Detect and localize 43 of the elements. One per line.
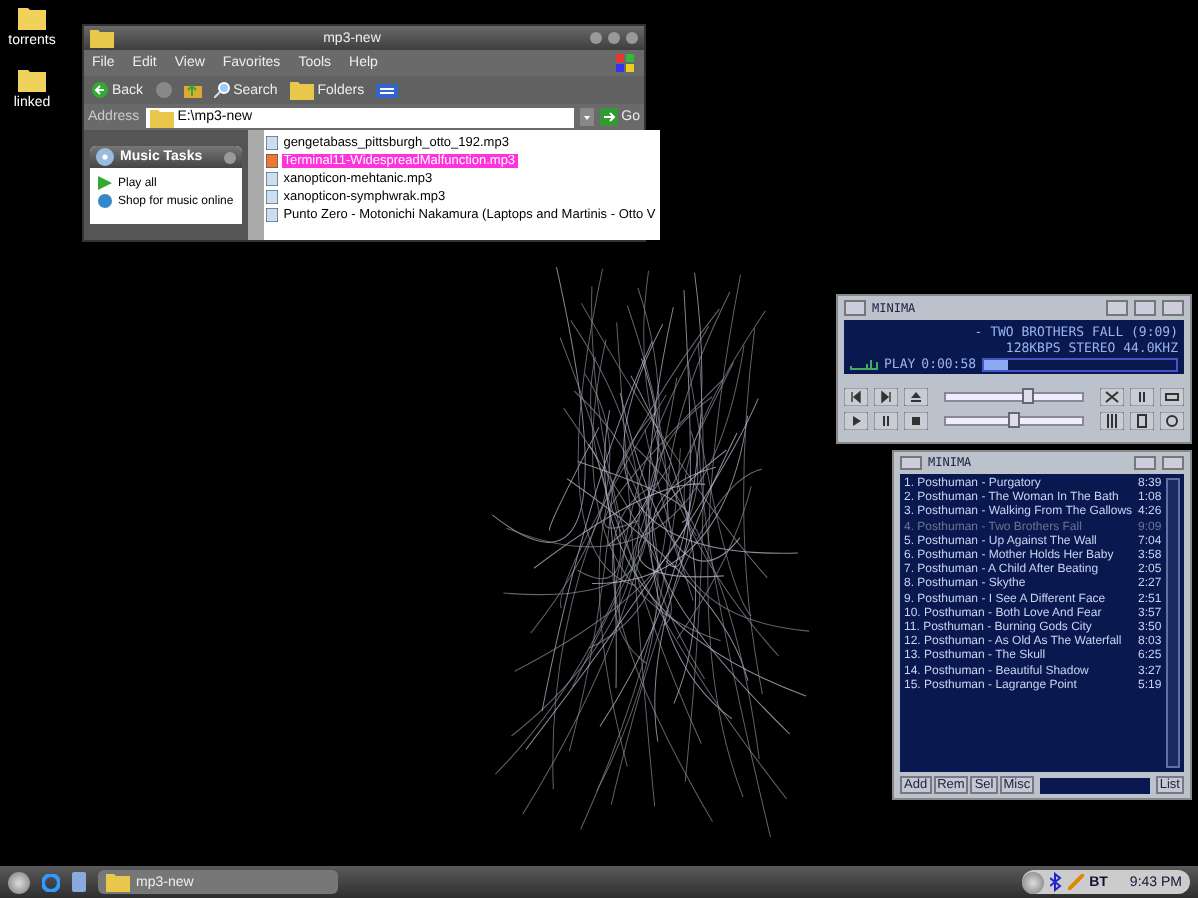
next-icon[interactable] [874,387,898,405]
back-arrow-icon[interactable] [92,82,108,98]
windows-flag-icon [616,54,636,72]
folders-icon [289,80,314,100]
scrollbar[interactable] [1165,478,1180,768]
slider-thumb[interactable] [1008,411,1020,427]
folder-icon[interactable] [18,66,46,92]
bluetooth-icon[interactable] [1049,872,1062,892]
maximize-icon[interactable] [608,32,620,44]
slider-thumb[interactable] [1021,387,1034,403]
close-icon[interactable] [1162,456,1184,470]
balance-slider[interactable] [944,415,1084,425]
minimize-icon[interactable] [1106,300,1128,316]
dropdown-icon[interactable] [579,108,594,126]
collapse-icon[interactable] [223,151,236,163]
menu-icon[interactable] [900,456,922,470]
start-button[interactable] [8,871,30,893]
pause-icon[interactable] [874,411,898,429]
position-bar[interactable] [982,357,1178,371]
globe-icon[interactable] [98,194,112,208]
folder-icon [106,872,130,892]
close-icon[interactable] [1162,300,1184,316]
go-arrow-icon[interactable] [599,108,618,126]
maximize-icon[interactable] [1134,300,1156,316]
shuffle-icon[interactable] [1100,387,1124,405]
tray-circle-icon[interactable] [1021,871,1044,893]
minimize-icon[interactable] [590,32,602,44]
up-folder-icon[interactable] [183,82,202,98]
search-icon[interactable] [213,82,230,98]
previous-icon[interactable] [844,387,868,405]
shade-icon[interactable] [1134,456,1156,470]
menu-icon[interactable] [844,300,866,316]
info-display [1040,777,1150,793]
close-icon[interactable] [626,32,638,44]
stop-icon[interactable] [904,411,928,429]
views-icon[interactable] [376,83,399,97]
spectrum-icon [850,359,878,369]
pause-icon[interactable] [1130,387,1154,405]
folder-icon[interactable] [18,4,46,30]
equalizer-icon[interactable] [1100,411,1124,429]
play-icon[interactable] [844,411,868,429]
eject-icon[interactable] [904,387,928,405]
volume-slider[interactable] [944,391,1084,401]
